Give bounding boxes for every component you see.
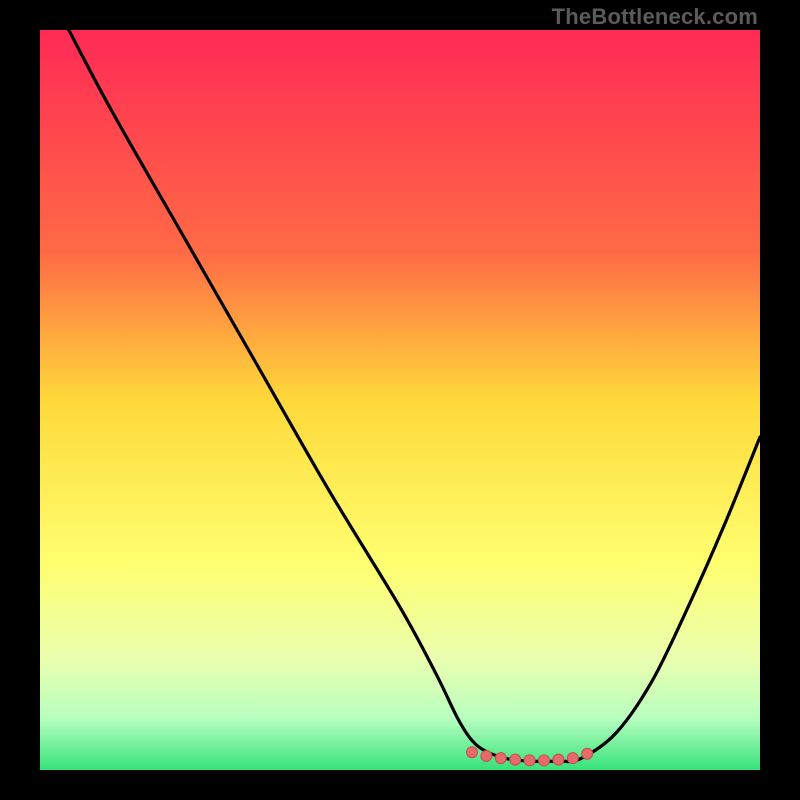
chart-svg xyxy=(40,30,760,770)
optimal-point-marker xyxy=(510,754,521,765)
optimal-point-marker xyxy=(582,748,593,759)
optimal-point-marker xyxy=(467,747,478,758)
chart-frame: TheBottleneck.com xyxy=(0,0,800,800)
optimal-point-marker xyxy=(495,753,506,764)
optimal-point-marker xyxy=(481,750,492,761)
optimal-point-marker xyxy=(539,755,550,766)
optimal-point-marker xyxy=(567,753,578,764)
watermark-label: TheBottleneck.com xyxy=(552,4,758,30)
optimal-point-marker xyxy=(524,755,535,766)
gradient-background xyxy=(40,30,760,770)
chart-plot-area xyxy=(40,30,760,770)
optimal-point-marker xyxy=(553,754,564,765)
